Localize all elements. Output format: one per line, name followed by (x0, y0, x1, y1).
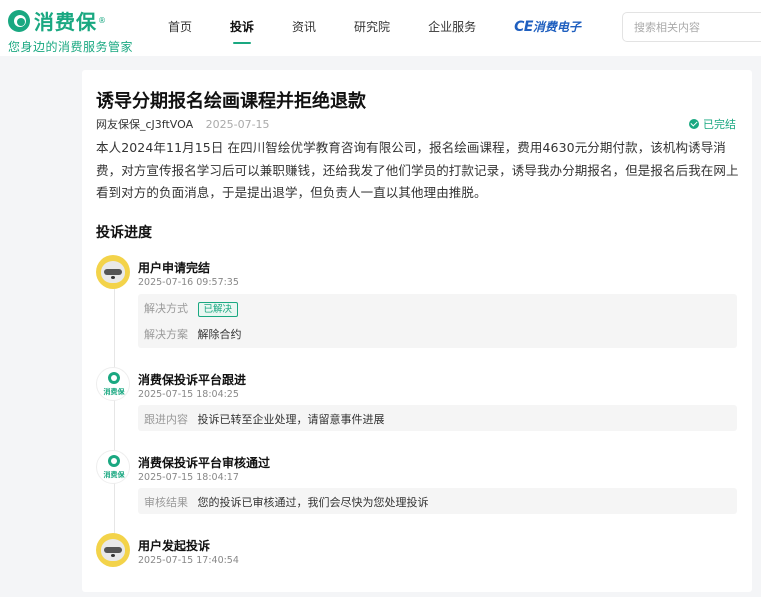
logo-main: 消费保 ® (8, 6, 133, 35)
top-header: 消费保 ® 您身边的消费服务管家 首页 投诉 资讯 研究院 企业服务 CE消费电… (0, 0, 761, 56)
platform-logo-icon (108, 455, 120, 467)
resolved-badge: 已解决 (197, 302, 239, 317)
node-title: 用户申请完结 (138, 261, 211, 275)
platform-avatar-text: 消费保 (103, 471, 125, 479)
node-title: 消费保投诉平台跟进 (138, 373, 247, 387)
detail-label: 解决方式 (144, 302, 188, 315)
detail-row: 跟进内容 投诉已转至企业处理，请留意事件进展 (144, 411, 385, 427)
platform-avatar: 消费保 (96, 450, 130, 484)
node-time: 2025-07-15 17:40:54 (138, 555, 239, 566)
nav-item-consumer-electronics[interactable]: CE消费电子 (514, 0, 581, 56)
status-badge: 已完结 (689, 116, 736, 132)
user-avatar (96, 255, 130, 289)
nav-item-complaints[interactable]: 投诉 (230, 0, 254, 56)
nav-item-news[interactable]: 资讯 (292, 0, 316, 56)
search-input[interactable] (622, 12, 761, 42)
complaint-author: 网友保保_cJ3ftVOA (96, 118, 194, 131)
detail-value: 解除合约 (197, 328, 242, 341)
timeline-line (114, 285, 115, 547)
platform-logo-icon (108, 372, 120, 384)
nav-item-enterprise[interactable]: 企业服务 (428, 0, 476, 56)
complaint-meta: 网友保保_cJ3ftVOA 2025-07-15 (96, 116, 270, 132)
progress-section-title: 投诉进度 (96, 225, 152, 241)
node-title: 用户发起投诉 (138, 539, 211, 553)
node-title: 消费保投诉平台审核通过 (138, 456, 271, 470)
platform-avatar-text: 消费保 (103, 388, 125, 396)
nav-item-home[interactable]: 首页 (168, 0, 192, 56)
raccoon-icon (101, 539, 125, 561)
detail-label: 跟进内容 (144, 413, 188, 426)
complaint-card: 诱导分期报名绘画课程并拒绝退款 网友保保_cJ3ftVOA 2025-07-15… (82, 70, 752, 592)
node-detail-box: 审核结果 您的投诉已审核通过，我们会尽快为您处理投诉 (138, 488, 737, 514)
detail-label: 解决方案 (144, 328, 188, 341)
detail-label: 审核结果 (144, 496, 188, 509)
detail-row: 解决方案 解除合约 (144, 326, 242, 342)
node-time: 2025-07-15 18:04:17 (138, 472, 239, 483)
site-logo[interactable]: 消费保 ® 您身边的消费服务管家 (8, 6, 133, 55)
raccoon-icon (101, 261, 125, 283)
detail-value: 您的投诉已审核通过，我们会尽快为您处理投诉 (197, 496, 429, 509)
node-detail-box: 跟进内容 投诉已转至企业处理，请留意事件进展 (138, 405, 737, 431)
user-avatar (96, 533, 130, 567)
complaint-title: 诱导分期报名绘画课程并拒绝退款 (96, 91, 366, 112)
detail-value: 投诉已转至企业处理，请留意事件进展 (197, 413, 385, 426)
node-time: 2025-07-16 09:57:35 (138, 277, 239, 288)
logo-text: 消费保 (34, 10, 97, 34)
logo-mark-icon (8, 9, 30, 32)
nav-item-research[interactable]: 研究院 (354, 0, 390, 56)
node-time: 2025-07-15 18:04:25 (138, 389, 239, 400)
check-circle-icon (689, 119, 699, 129)
platform-avatar: 消费保 (96, 367, 130, 401)
node-detail-box: 解决方式 已解决 解决方案 解除合约 (138, 294, 737, 348)
ce-logo: CE (514, 19, 533, 35)
ce-brand-text: 消费电子 (532, 20, 581, 34)
detail-row: 审核结果 您的投诉已审核通过，我们会尽快为您处理投诉 (144, 494, 429, 510)
logo-slogan: 您身边的消费服务管家 (8, 40, 134, 54)
complaint-date: 2025-07-15 (205, 118, 270, 131)
main-nav: 首页 投诉 资讯 研究院 企业服务 CE消费电子 (168, 0, 581, 56)
logo-registered-mark: ® (98, 16, 106, 25)
status-text: 已完结 (703, 118, 736, 131)
detail-row: 解决方式 已解决 (144, 300, 239, 317)
complaint-description: 本人2024年11月15日 在四川智绘优学教育咨询有限公司，报名绘画课程，费用4… (96, 140, 739, 200)
